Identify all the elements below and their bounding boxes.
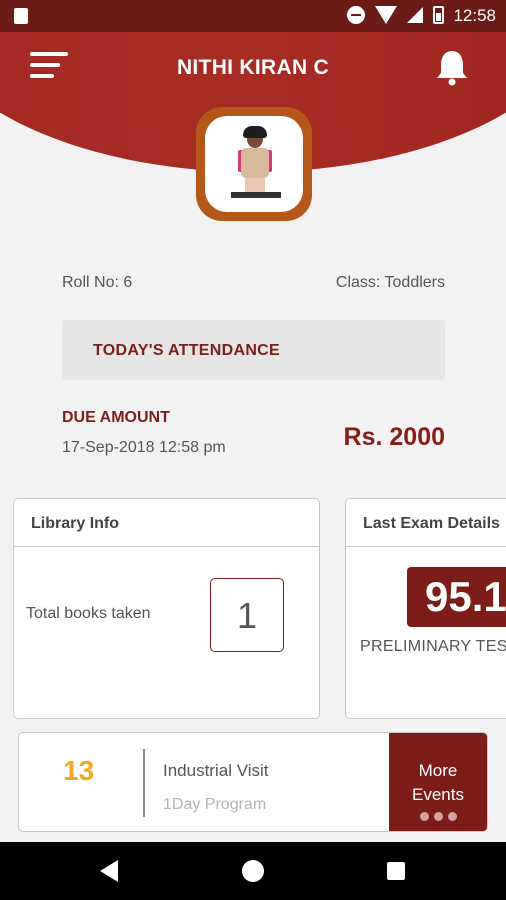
more-events-label: More Events (412, 761, 464, 804)
back-icon[interactable] (100, 860, 118, 882)
exam-name: PRELIMINARY TEST (360, 638, 506, 655)
battery-icon (433, 6, 444, 24)
bell-icon[interactable] (434, 48, 470, 86)
student-photo (205, 116, 303, 212)
due-date: 17-Sep-2018 12:58 pm (62, 439, 226, 456)
due-amount-value: Rs. 2000 (343, 423, 445, 451)
signal-icon (407, 7, 423, 23)
status-bar: 12:58 (0, 0, 506, 32)
more-events-button[interactable]: More Events (389, 733, 487, 831)
sim-icon (14, 8, 28, 24)
page-title: NITHI KIRAN C (176, 56, 330, 79)
attendance-label: TODAY'S ATTENDANCE (93, 342, 281, 359)
library-info-title: Library Info (14, 499, 319, 547)
event-title: Industrial Visit (163, 761, 269, 780)
wifi-icon (375, 6, 397, 24)
books-taken-count: 1 (210, 578, 284, 652)
more-dots-icon (389, 812, 487, 821)
event-card[interactable]: 13 Industrial Visit 1Day Program More Ev… (18, 732, 488, 832)
status-icons (347, 6, 444, 24)
attendance-button[interactable]: TODAY'S ATTENDANCE (62, 320, 445, 380)
event-subtitle: 1Day Program (163, 796, 267, 813)
event-day: 13 (63, 755, 95, 786)
dnd-icon (347, 6, 365, 24)
due-amount-label: DUE AMOUNT (62, 409, 170, 426)
event-divider (143, 749, 145, 817)
avatar[interactable] (196, 107, 312, 221)
last-exam-card[interactable]: Last Exam Details 95.1 PRELIMINARY TEST (345, 498, 506, 719)
class-name: Class: Toddlers (335, 274, 445, 291)
navigation-bar (0, 842, 506, 900)
home-icon[interactable] (242, 860, 264, 882)
last-exam-title: Last Exam Details (346, 499, 506, 547)
exam-score: 95.1 (407, 567, 506, 627)
status-time: 12:58 (453, 6, 496, 25)
library-info-card[interactable]: Library Info Total books taken 1 (13, 498, 320, 719)
books-taken-label: Total books taken (26, 605, 151, 622)
roll-number: Roll No: 6 (62, 274, 133, 291)
recents-icon[interactable] (387, 862, 405, 880)
